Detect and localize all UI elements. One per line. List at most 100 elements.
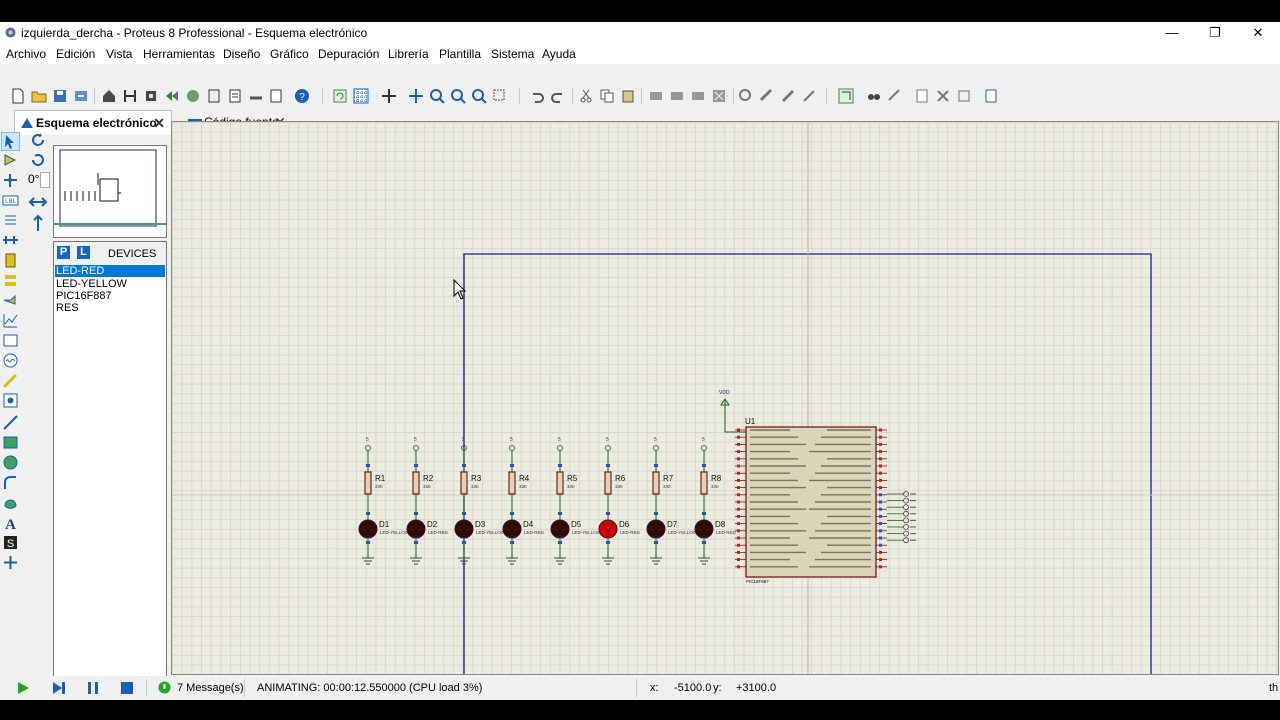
pic16f887-chip[interactable]: U1 PIC16F887 <box>735 417 916 584</box>
tape-recorder-icon[interactable] <box>2 332 19 349</box>
make-device-icon[interactable] <box>759 88 775 104</box>
stop-icon[interactable] <box>120 681 134 695</box>
terminals-icon[interactable] <box>2 272 19 289</box>
menu-herramientas[interactable]: Herramientas <box>143 47 215 61</box>
import-icon[interactable] <box>73 88 89 104</box>
pick-devices-button[interactable]: P <box>57 246 70 259</box>
new-sheet-icon[interactable] <box>914 88 930 104</box>
menu-ayuda[interactable]: Ayuda <box>542 47 576 61</box>
graph-mode-icon[interactable] <box>2 312 19 329</box>
led-channel[interactable]: 5 R6330 D6LED-RED <box>598 437 641 565</box>
selection-mode-icon[interactable] <box>1 132 20 151</box>
overview-window[interactable] <box>53 145 167 238</box>
circle-tool-icon[interactable] <box>2 454 19 471</box>
led-channel[interactable]: 5 R5330 D5LED-YELLOW <box>550 437 602 565</box>
box-tool-icon[interactable] <box>2 434 19 451</box>
save-icon[interactable] <box>52 88 68 104</box>
generator-icon[interactable] <box>2 352 19 369</box>
close-window-button[interactable]: ✕ <box>1236 22 1280 44</box>
block-rotate-icon[interactable] <box>690 88 706 104</box>
3d-view-icon[interactable] <box>185 88 201 104</box>
block-move-icon[interactable] <box>669 88 685 104</box>
packaging-tool-icon[interactable] <box>780 88 796 104</box>
step-icon[interactable] <box>52 681 66 695</box>
menu-sistema[interactable]: Sistema <box>491 47 534 61</box>
block-copy-icon[interactable] <box>648 88 664 104</box>
refresh-icon[interactable] <box>332 88 348 104</box>
rotation-angle-field[interactable] <box>40 172 50 188</box>
decompose-icon[interactable] <box>801 88 817 104</box>
led-channel[interactable]: 5 R8330 D8LED-RED <box>694 437 737 565</box>
device-item-res[interactable]: RES <box>56 302 79 314</box>
search-icon[interactable] <box>866 88 882 104</box>
rotate-clockwise-icon[interactable] <box>28 130 48 150</box>
play-icon[interactable] <box>16 681 30 695</box>
open-folder-icon[interactable] <box>31 88 47 104</box>
menu-diseno[interactable]: Diseño <box>223 47 260 61</box>
menu-grafico[interactable]: Gráfico <box>270 47 309 61</box>
close-tab-icon[interactable]: ✕ <box>153 111 165 135</box>
gerber-icon[interactable] <box>164 88 180 104</box>
text-script-icon[interactable] <box>2 212 19 229</box>
buses-icon[interactable] <box>2 232 19 249</box>
menu-archivo[interactable]: Archivo <box>6 47 46 61</box>
pcb-layout-icon[interactable] <box>143 88 159 104</box>
rotate-anticlockwise-icon[interactable] <box>28 150 48 170</box>
led-channel[interactable]: 5 R3330 D3LED-YELLOW <box>454 437 506 565</box>
device-item-led-red[interactable]: LED-RED <box>55 265 165 277</box>
text-tool-icon[interactable]: A <box>2 514 19 531</box>
new-file-icon[interactable] <box>10 88 26 104</box>
source-code-icon[interactable] <box>227 88 243 104</box>
paste-icon[interactable] <box>620 88 636 104</box>
line-tool-icon[interactable] <box>2 414 19 431</box>
virtual-instruments-icon[interactable] <box>2 392 19 409</box>
zoom-out-icon[interactable] <box>450 88 466 104</box>
block-delete-icon[interactable] <box>711 88 727 104</box>
sub-circuit-icon[interactable] <box>2 252 19 269</box>
menu-depuracion[interactable]: Depuración <box>318 47 379 61</box>
property-assignment-icon[interactable] <box>887 88 903 104</box>
marker-tool-icon[interactable] <box>2 554 19 571</box>
zoom-area-icon[interactable] <box>492 88 508 104</box>
voltage-probe-icon[interactable] <box>2 372 19 389</box>
schematic-icon[interactable] <box>122 88 138 104</box>
visual-designer-icon[interactable] <box>248 88 264 104</box>
symbol-tool-icon[interactable]: S <box>2 534 19 551</box>
mirror-vertical-icon[interactable] <box>28 214 48 234</box>
messages-count[interactable]: 7 Message(s) <box>177 682 244 694</box>
arc-tool-icon[interactable] <box>2 474 19 491</box>
grid-toggle-icon[interactable] <box>353 88 369 104</box>
path-tool-icon[interactable] <box>2 494 19 511</box>
led-channel[interactable]: 5 R7330 D7LED-YELLOW <box>646 437 698 565</box>
cut-icon[interactable] <box>578 88 594 104</box>
wire-label-icon[interactable]: LBL <box>2 192 19 209</box>
minimize-button[interactable]: — <box>1150 22 1194 44</box>
device-item-led-yellow[interactable]: LED-YELLOW <box>56 278 127 290</box>
menu-plantilla[interactable]: Plantilla <box>439 47 481 61</box>
led-channel[interactable]: 5 R1330 D1LED-YELLOW <box>358 437 410 565</box>
wire-autorouter-icon[interactable] <box>838 88 854 104</box>
library-manager-button[interactable]: L <box>77 246 90 259</box>
junction-dot-icon[interactable] <box>2 172 19 189</box>
mirror-horizontal-icon[interactable] <box>28 192 48 212</box>
redo-icon[interactable] <box>550 88 566 104</box>
menu-edicion[interactable]: Edición <box>56 47 95 61</box>
component-mode-icon[interactable] <box>2 152 19 169</box>
menu-libreria[interactable]: Librería <box>388 47 429 61</box>
pan-icon[interactable] <box>408 88 424 104</box>
zoom-all-icon[interactable] <box>471 88 487 104</box>
device-item-pic16f887[interactable]: PIC16F887 <box>56 290 112 302</box>
pick-device-icon[interactable] <box>738 88 754 104</box>
undo-icon[interactable] <box>529 88 545 104</box>
menu-vista[interactable]: Vista <box>106 47 132 61</box>
remove-sheet-icon[interactable] <box>935 88 951 104</box>
bom-icon[interactable] <box>206 88 222 104</box>
origin-icon[interactable] <box>381 88 397 104</box>
notes-icon[interactable] <box>268 88 284 104</box>
help-icon[interactable]: ? <box>294 88 310 104</box>
exit-to-parent-icon[interactable] <box>956 88 972 104</box>
led-channel[interactable]: 5 R4330 D4LED-RED <box>502 437 545 565</box>
copy-icon[interactable] <box>599 88 615 104</box>
schematic-canvas[interactable]: 5 R1 330 D1 LED-YELLOW 5 R2 330 D2 LED-RED 5 R3 330 D… <box>171 121 1279 675</box>
zoom-in-icon[interactable] <box>429 88 445 104</box>
